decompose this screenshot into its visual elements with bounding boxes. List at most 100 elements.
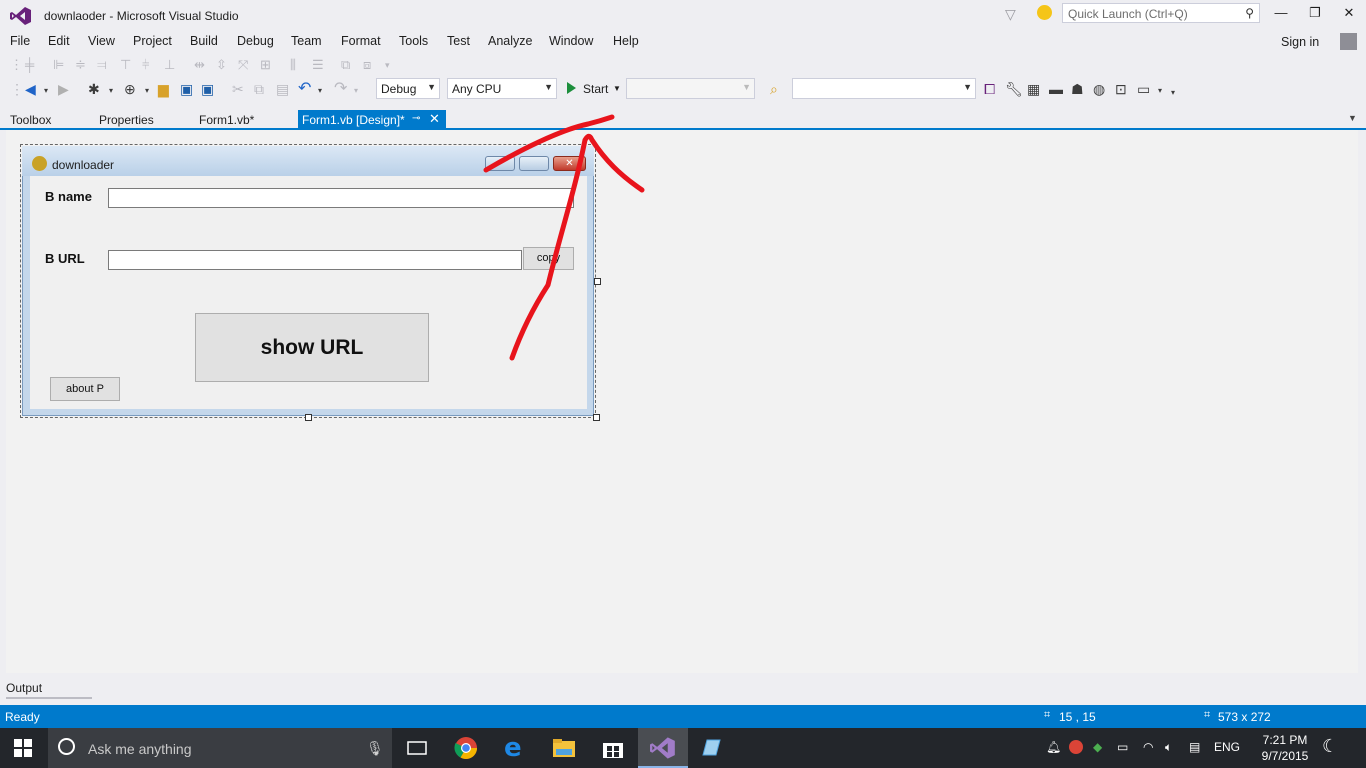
task-view-icon[interactable]	[404, 735, 430, 761]
microphone-icon[interactable]: 🎙︎	[366, 740, 384, 757]
menu-analyze[interactable]: Analyze	[488, 34, 532, 48]
solution-explorer-icon[interactable]: ⧠	[984, 81, 995, 98]
clock-time[interactable]: 7:21 PM	[1260, 733, 1310, 747]
new-project-icon[interactable]: ✱	[88, 81, 100, 98]
chevron-down-icon: ▼	[742, 82, 751, 92]
toolbar-grip-icon-2: ⋮	[10, 81, 24, 97]
chrome-icon[interactable]	[453, 735, 479, 761]
resize-handle-bottom[interactable]	[305, 414, 312, 421]
menu-view[interactable]: View	[88, 34, 115, 48]
chevron-down-icon: ▼	[427, 82, 436, 92]
notification-filter-icon[interactable]: ▽	[1005, 6, 1016, 23]
chrome-tray-icon[interactable]	[1069, 740, 1083, 754]
search-icon: ⚲	[1245, 6, 1254, 20]
edge-browser-icon[interactable]: e	[504, 733, 522, 763]
redo-dropdown-icon[interactable]: ▾	[354, 86, 358, 95]
solution-platform-select[interactable]: Any CPU ▼	[447, 78, 557, 99]
wifi-icon[interactable]: ◠	[1143, 740, 1153, 754]
start-button[interactable]: Start	[583, 82, 608, 96]
resize-handle-right[interactable]	[594, 278, 601, 285]
add-item-icon[interactable]: ⊕	[124, 81, 136, 98]
toolbox-icon[interactable]: ▬	[1049, 81, 1063, 97]
tab-form1-design[interactable]: Form1.vb [Design]* ⊸ ✕	[298, 110, 446, 128]
paste-icon[interactable]: ▤	[276, 81, 289, 98]
extensions-icon[interactable]: ◍	[1093, 81, 1105, 98]
close-tab-icon[interactable]: ✕	[429, 111, 440, 127]
navigate-back-icon[interactable]: ◀	[25, 81, 36, 98]
make-same-size-icon: ⤧	[238, 57, 249, 72]
start-play-icon[interactable]	[567, 82, 576, 94]
store-icon[interactable]	[600, 735, 626, 761]
bring-to-front-icon: ⧉	[341, 57, 351, 72]
navigate-forward-icon[interactable]: ▶	[58, 81, 69, 98]
sync-tray-icon[interactable]: ◆	[1093, 740, 1102, 754]
quiet-hours-moon-icon[interactable]: ☾	[1322, 736, 1338, 757]
feedback-smiley-icon[interactable]	[1037, 5, 1052, 20]
restore-button[interactable]: ❐	[1304, 5, 1326, 21]
language-indicator[interactable]: ENG	[1214, 740, 1240, 754]
tab-form1-code[interactable]: Form1.vb*	[199, 113, 254, 127]
copy-icon[interactable]: ⧉	[254, 81, 264, 98]
about-button[interactable]: about P	[50, 377, 120, 401]
save-icon[interactable]: ▣	[180, 81, 193, 98]
add-item-dropdown-icon[interactable]: ▾	[145, 86, 149, 95]
team-explorer-icon[interactable]: ☗	[1071, 81, 1084, 98]
output-window-icon[interactable]: ▭	[1137, 81, 1150, 98]
show-url-button[interactable]: show URL	[195, 313, 429, 382]
quick-launch-input[interactable]: Quick Launch (Ctrl+Q) ⚲	[1062, 3, 1260, 23]
menu-edit[interactable]: Edit	[48, 34, 70, 48]
menu-format[interactable]: Format	[341, 34, 381, 48]
menu-file[interactable]: File	[10, 34, 30, 48]
object-browser-icon[interactable]: ▦	[1027, 81, 1040, 98]
redo-icon[interactable]: ↷	[334, 78, 347, 98]
action-center-message-icon[interactable]: ▤	[1189, 740, 1200, 754]
start-page-icon[interactable]: ⊡	[1115, 81, 1127, 98]
form-maximize-button	[519, 156, 549, 171]
url-textbox[interactable]	[108, 250, 522, 270]
undo-icon[interactable]: ↶	[298, 78, 311, 98]
sign-in-link[interactable]: Sign in	[1281, 35, 1319, 49]
menu-tools[interactable]: Tools	[399, 34, 428, 48]
menu-debug[interactable]: Debug	[237, 34, 274, 48]
toolbar-grip-icon: ⋮	[10, 57, 23, 72]
resize-handle-corner[interactable]	[593, 414, 600, 421]
app-window-icon[interactable]	[698, 735, 724, 761]
customize-dropdown-icon[interactable]: ▾	[1158, 86, 1162, 95]
menu-project[interactable]: Project	[133, 34, 172, 48]
undo-dropdown-icon[interactable]: ▾	[318, 86, 322, 95]
open-file-icon[interactable]: ▆	[158, 81, 169, 98]
tab-toolbox[interactable]: Toolbox	[10, 113, 51, 127]
tab-properties[interactable]: Properties	[99, 113, 154, 127]
menu-window[interactable]: Window	[549, 34, 593, 48]
menu-test[interactable]: Test	[447, 34, 470, 48]
file-explorer-icon[interactable]	[551, 735, 577, 761]
name-textbox[interactable]	[108, 188, 574, 208]
volume-icon[interactable]: 🔈︎	[1165, 740, 1172, 755]
close-button[interactable]: ✕	[1338, 5, 1360, 21]
menu-build[interactable]: Build	[190, 34, 218, 48]
battery-icon[interactable]: ▭	[1117, 740, 1128, 754]
toolbar-overflow-icon-2[interactable]: ▾	[1171, 88, 1175, 97]
cortana-search-placeholder: Ask me anything	[88, 741, 192, 757]
menu-team[interactable]: Team	[291, 34, 322, 48]
cut-icon[interactable]: ✂	[232, 81, 244, 98]
output-tab[interactable]: Output	[6, 681, 42, 695]
back-dropdown-icon[interactable]: ▾	[44, 86, 48, 95]
find-in-files-icon[interactable]: ⌕	[770, 81, 778, 98]
start-dropdown-icon[interactable]: ▼	[613, 84, 621, 93]
save-all-icon[interactable]: ▣	[201, 81, 214, 98]
windows-start-icon[interactable]	[14, 739, 32, 757]
pin-icon[interactable]: ⊸	[412, 113, 420, 124]
clock-date[interactable]: 9/7/2015	[1255, 749, 1315, 763]
new-project-dropdown-icon[interactable]: ▾	[109, 86, 113, 95]
chevron-down-icon: ▼	[963, 82, 972, 92]
minimize-button[interactable]: —	[1270, 5, 1292, 21]
copy-button[interactable]: copy	[523, 247, 574, 270]
solution-configuration-select[interactable]: Debug ▼	[376, 78, 440, 99]
find-combo-input[interactable]: ▼	[792, 78, 976, 99]
account-icon[interactable]	[1340, 33, 1357, 50]
tab-list-dropdown-icon[interactable]: ▼	[1348, 113, 1357, 123]
notification-bell-icon[interactable]: 🔔︎	[1046, 740, 1061, 754]
menu-help[interactable]: Help	[613, 34, 639, 48]
properties-wrench-icon[interactable]: 🔧︎	[1005, 81, 1023, 98]
